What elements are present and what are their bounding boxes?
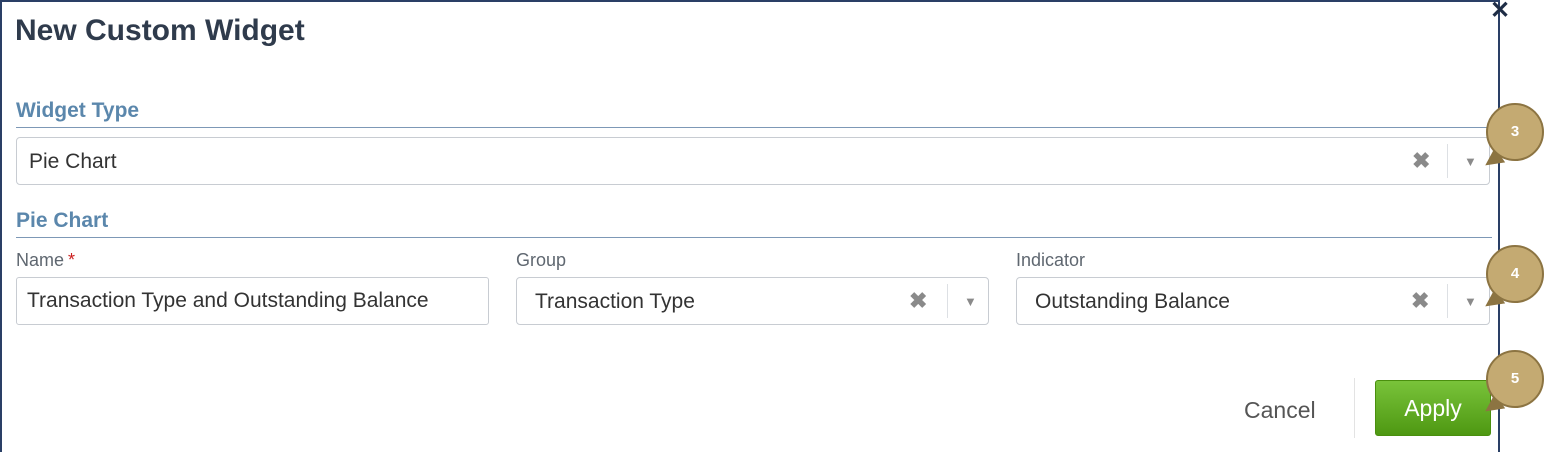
callout-badge-3: 3: [1486, 103, 1544, 161]
group-select[interactable]: Transaction Type ✖ ▼: [516, 277, 989, 325]
chevron-down-icon[interactable]: ▼: [964, 294, 977, 309]
group-label: Group: [516, 250, 567, 270]
clear-icon[interactable]: ✖: [909, 288, 927, 314]
name-input[interactable]: [16, 277, 489, 325]
widget-type-select[interactable]: Pie Chart ✖ ▼: [16, 137, 1490, 185]
apply-button[interactable]: Apply: [1375, 380, 1491, 436]
section-divider: [16, 127, 1492, 128]
indicator-value: Outstanding Balance: [1035, 290, 1230, 313]
chevron-down-icon[interactable]: ▼: [1464, 154, 1477, 169]
close-icon[interactable]: ✕: [1490, 0, 1510, 25]
section-divider: [16, 237, 1492, 238]
select-divider: [1447, 144, 1448, 178]
select-divider: [947, 284, 948, 318]
clear-icon[interactable]: ✖: [1411, 288, 1429, 314]
widget-type-value: Pie Chart: [29, 150, 117, 173]
name-label: Name *: [16, 250, 76, 270]
pie-chart-section-title: Pie Chart: [16, 209, 109, 232]
required-marker: *: [68, 250, 76, 270]
cancel-button[interactable]: Cancel: [1244, 397, 1316, 424]
indicator-select[interactable]: Outstanding Balance ✖ ▼: [1016, 277, 1490, 325]
clear-icon[interactable]: ✖: [1412, 148, 1430, 174]
select-divider: [1447, 284, 1448, 318]
callout-badge-4: 4: [1486, 245, 1544, 303]
dialog-title: New Custom Widget: [15, 14, 305, 47]
callout-badge-5: 5: [1486, 350, 1544, 408]
chevron-down-icon[interactable]: ▼: [1464, 294, 1477, 309]
button-separator: [1354, 378, 1355, 438]
widget-type-section-title: Widget Type: [16, 99, 140, 122]
indicator-label: Indicator: [1016, 250, 1086, 270]
group-value: Transaction Type: [535, 290, 695, 313]
custom-widget-dialog: New Custom Widget ✕ Widget Type Pie Char…: [0, 0, 1510, 452]
